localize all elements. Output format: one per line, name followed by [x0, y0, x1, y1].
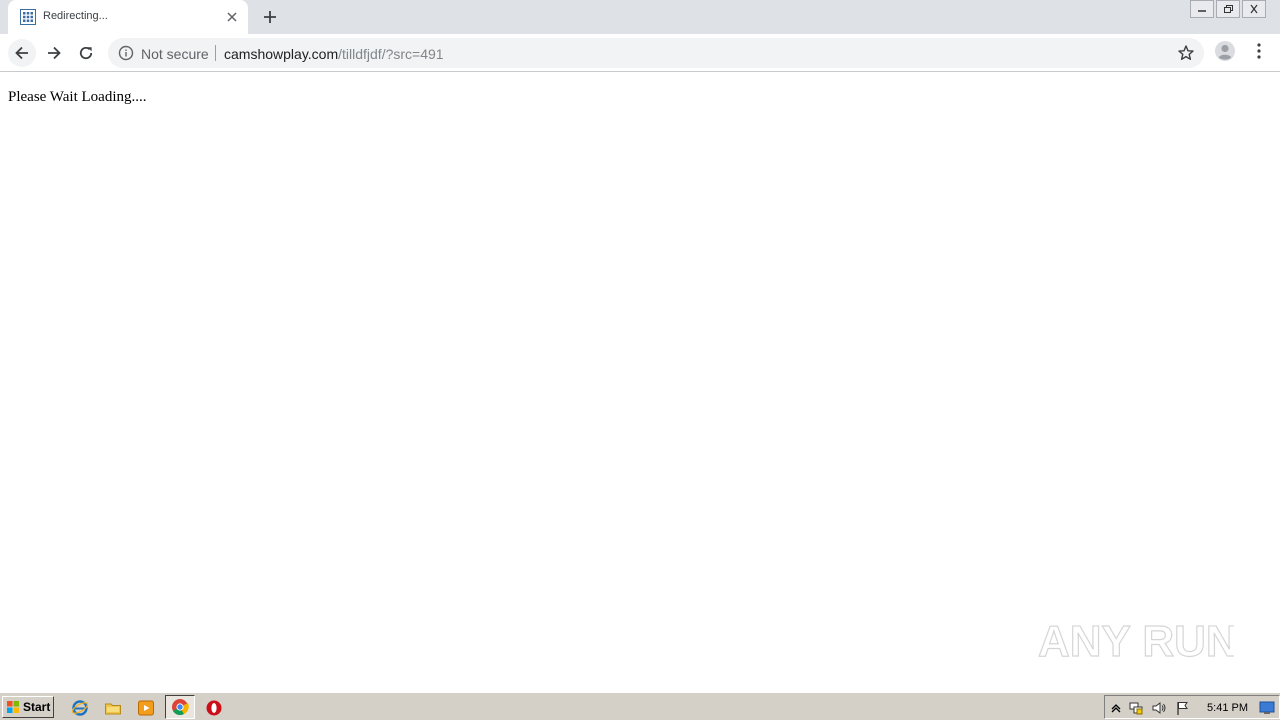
windows-logo-icon — [7, 701, 19, 713]
reload-icon — [79, 46, 93, 60]
window-controls — [1190, 0, 1266, 18]
address-bar[interactable]: Not secure camshowplay.com/tilldfjdf/?sr… — [108, 38, 1204, 68]
action-center-flag-icon[interactable] — [1175, 700, 1191, 716]
forward-button[interactable] — [40, 39, 68, 67]
show-desktop-icon[interactable] — [1259, 701, 1275, 715]
chrome-icon — [172, 699, 189, 715]
more-menu-icon[interactable] — [1252, 42, 1266, 60]
close-tab-icon[interactable] — [224, 9, 240, 25]
close-window-icon — [1250, 4, 1258, 14]
minimize-button[interactable] — [1190, 0, 1214, 18]
minimize-icon — [1198, 10, 1206, 12]
url-path: /tilldfjdf/?src=491 — [338, 46, 444, 62]
security-label[interactable]: Not secure — [141, 46, 209, 62]
browser-toolbar: Not secure camshowplay.com/tilldfjdf/?sr… — [0, 34, 1280, 72]
new-tab-icon[interactable] — [260, 7, 280, 27]
grid-favicon-icon — [20, 9, 36, 25]
system-tray: 5:41 PM — [1104, 695, 1280, 719]
profile-avatar-icon[interactable] — [1214, 40, 1236, 62]
network-icon[interactable] — [1128, 700, 1144, 716]
file-explorer-icon[interactable] — [104, 699, 122, 717]
arrow-left-icon — [15, 46, 28, 60]
start-label: Start — [23, 700, 51, 714]
tab-strip: Redirecting... — [0, 0, 1280, 34]
chrome-taskbar-button[interactable] — [165, 695, 195, 719]
back-button[interactable] — [8, 39, 36, 67]
restore-button[interactable] — [1216, 0, 1240, 18]
info-icon[interactable] — [118, 45, 134, 61]
loading-message: Please Wait Loading.... — [8, 89, 147, 105]
arrow-right-icon — [48, 46, 61, 60]
taskbar-clock[interactable]: 5:41 PM — [1207, 702, 1248, 714]
watermark-text: ANY RUN — [1038, 617, 1234, 666]
close-window-button[interactable] — [1242, 0, 1266, 18]
reload-button[interactable] — [72, 39, 100, 67]
bookmark-star-icon[interactable] — [1177, 44, 1195, 62]
opera-icon[interactable] — [205, 699, 223, 717]
browser-tab[interactable]: Redirecting... — [8, 0, 248, 34]
tab-title: Redirecting... — [43, 10, 108, 22]
start-button[interactable]: Start — [2, 696, 54, 718]
url-host: camshowplay.com — [224, 46, 339, 62]
volume-icon[interactable] — [1151, 700, 1167, 716]
omnibox-divider — [215, 45, 216, 61]
restore-icon — [1224, 5, 1233, 13]
anyrun-watermark: ANY RUN — [1038, 616, 1234, 666]
show-hidden-icons-icon[interactable] — [1108, 700, 1124, 716]
url-text[interactable]: camshowplay.com/tilldfjdf/?src=491 — [224, 46, 444, 62]
media-player-icon[interactable] — [137, 699, 155, 717]
windows-taskbar: Start 5:41 PM — [0, 692, 1280, 720]
internet-explorer-icon[interactable] — [71, 699, 89, 717]
